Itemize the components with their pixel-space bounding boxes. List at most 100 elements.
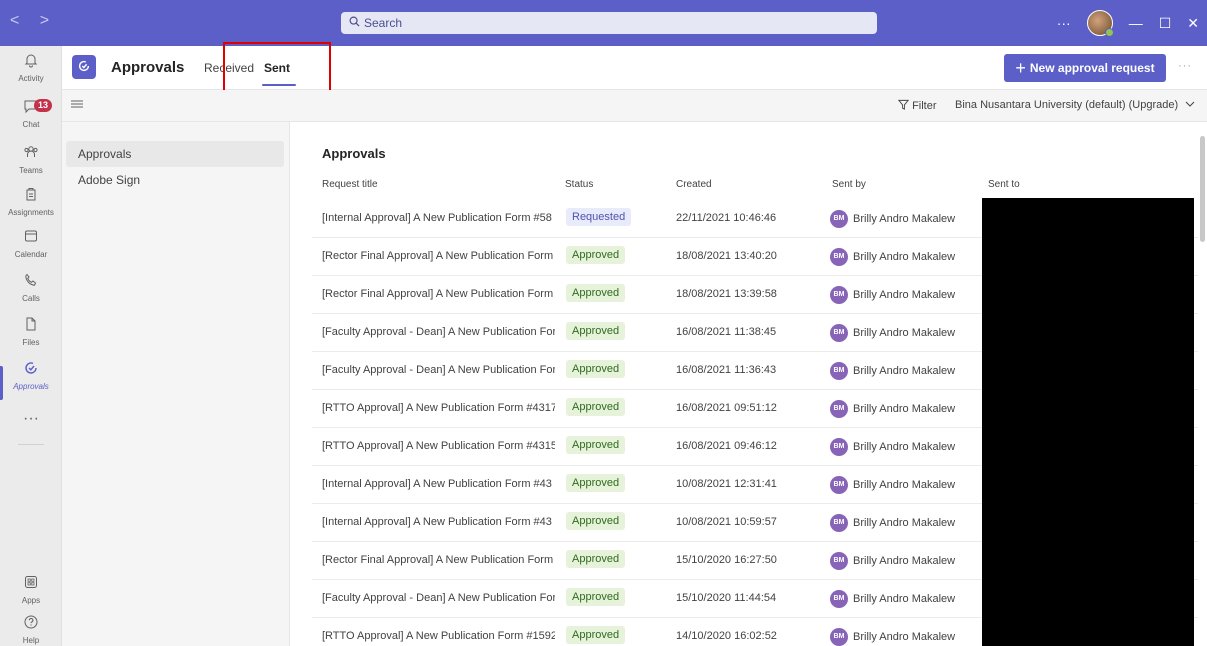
sender-name: Brilly Andro Makalew: [853, 250, 956, 263]
created-cell: 10/08/2021 12:31:41: [676, 478, 777, 490]
tab-received[interactable]: Received: [204, 61, 254, 75]
rail-item-approvals[interactable]: Approvals: [0, 360, 62, 406]
status-badge: Approved: [566, 322, 626, 340]
filter-icon: [897, 99, 910, 112]
filter-button[interactable]: Filter: [897, 99, 937, 112]
more-icon: ···: [23, 410, 39, 427]
calendar-icon: [0, 228, 62, 250]
app-title: Approvals: [111, 59, 185, 76]
help-icon: [0, 614, 62, 636]
phone-icon: [0, 272, 62, 294]
status-badge: Approved: [566, 512, 626, 530]
avatar: BM: [830, 514, 848, 532]
request-title-cell: [Rector Final Approval] A New Publicatio…: [322, 554, 554, 566]
active-tab-indicator: [262, 84, 296, 86]
created-cell: 10/08/2021 10:59:57: [676, 516, 777, 528]
plus-icon: +: [1015, 58, 1026, 78]
app-header: Approvals Received Sent + New approval re…: [62, 42, 1207, 95]
sent-by-cell: BM Brilly Andro Makalew: [830, 628, 955, 646]
sender-name: Brilly Andro Makalew: [853, 554, 956, 567]
rail-item-help[interactable]: Help: [0, 614, 62, 646]
history-nav: < >: [10, 12, 57, 30]
app-rail: Activity 13 Chat Teams Assignments Calen…: [0, 46, 62, 646]
sender-name: Brilly Andro Makalew: [853, 478, 956, 491]
rail-item-calls[interactable]: Calls: [0, 272, 62, 318]
rail-item-activity[interactable]: Activity: [0, 52, 62, 98]
forward-arrow-icon[interactable]: >: [40, 12, 57, 29]
rail-item-calendar[interactable]: Calendar: [0, 228, 62, 274]
rail-item-more[interactable]: ···: [0, 408, 62, 454]
app-more-icon[interactable]: ···: [1178, 60, 1192, 72]
redacted-region: [982, 198, 1194, 646]
created-cell: 18/08/2021 13:39:58: [676, 288, 777, 300]
request-title-cell: [Rector Final Approval] A New Publicatio…: [322, 250, 554, 262]
search-input[interactable]: Search: [341, 12, 877, 34]
created-cell: 15/10/2020 11:44:54: [676, 592, 777, 604]
avatar: BM: [830, 438, 848, 456]
status-badge: Approved: [566, 360, 626, 378]
back-arrow-icon[interactable]: <: [10, 12, 27, 29]
sent-by-cell: BM Brilly Andro Makalew: [830, 286, 955, 304]
sent-by-cell: BM Brilly Andro Makalew: [830, 514, 955, 532]
rail-divider: [18, 444, 44, 445]
hamburger-menu-icon[interactable]: [70, 97, 84, 114]
sent-by-cell: BM Brilly Andro Makalew: [830, 400, 955, 418]
column-header-sent-by[interactable]: Sent by: [832, 179, 866, 190]
new-approval-request-button[interactable]: + New approval request: [1004, 54, 1166, 82]
sent-by-cell: BM Brilly Andro Makalew: [830, 248, 955, 266]
rail-item-assignments[interactable]: Assignments: [0, 186, 62, 232]
assignments-icon: [0, 186, 62, 208]
created-cell: 16/08/2021 11:36:43: [676, 364, 777, 376]
avatar: BM: [830, 248, 848, 266]
request-title-cell: [Faculty Approval - Dean] A New Publicat…: [322, 364, 555, 376]
chat-icon: [0, 98, 62, 120]
request-title-cell: [Rector Final Approval] A New Publicatio…: [322, 288, 554, 300]
avatar: BM: [830, 590, 848, 608]
request-title-cell: [Internal Approval] A New Publication Fo…: [322, 516, 552, 528]
minimize-icon[interactable]: —: [1129, 15, 1143, 31]
leftpane-item-adobe-sign[interactable]: Adobe Sign: [66, 167, 284, 193]
more-options-icon[interactable]: ···: [1057, 15, 1071, 31]
file-icon: [0, 316, 62, 338]
created-cell: 16/08/2021 09:46:12: [676, 440, 777, 452]
request-title-cell: [RTTO Approval] A New Publication Form #…: [322, 402, 555, 414]
rail-item-chat[interactable]: 13 Chat: [0, 98, 62, 144]
sent-by-cell: BM Brilly Andro Makalew: [830, 590, 955, 608]
avatar: BM: [830, 400, 848, 418]
tab-sent[interactable]: Sent: [264, 61, 290, 75]
column-header-created[interactable]: Created: [676, 179, 712, 190]
sent-by-cell: BM Brilly Andro Makalew: [830, 210, 955, 228]
created-cell: 14/10/2020 16:02:52: [676, 630, 777, 642]
column-header-sent-to[interactable]: Sent to: [988, 179, 1020, 190]
leftpane-item-approvals[interactable]: Approvals: [66, 141, 284, 167]
profile-avatar[interactable]: [1086, 10, 1114, 37]
created-cell: 22/11/2021 10:46:46: [676, 212, 777, 224]
rail-item-files[interactable]: Files: [0, 316, 62, 362]
sender-name: Brilly Andro Makalew: [853, 402, 956, 415]
close-icon[interactable]: ✕: [1187, 15, 1199, 32]
chat-unread-badge: 13: [34, 99, 53, 112]
sent-by-cell: BM Brilly Andro Makalew: [830, 552, 955, 570]
rail-item-teams[interactable]: Teams: [0, 144, 62, 190]
status-badge: Approved: [566, 246, 626, 264]
status-badge: Approved: [566, 436, 626, 454]
column-header-request-title[interactable]: Request title: [322, 179, 378, 190]
avatar: BM: [830, 210, 848, 228]
section-title: Approvals: [322, 146, 386, 161]
apps-icon: [0, 574, 62, 596]
search-icon: [349, 12, 360, 34]
vertical-scrollbar[interactable]: [1200, 136, 1205, 242]
status-badge: Approved: [566, 398, 626, 416]
presence-available-icon: [1104, 28, 1114, 37]
sent-by-cell: BM Brilly Andro Makalew: [830, 476, 955, 494]
status-badge: Approved: [566, 550, 626, 568]
sender-name: Brilly Andro Makalew: [853, 440, 956, 453]
created-cell: 15/10/2020 16:27:50: [676, 554, 777, 566]
avatar: BM: [830, 476, 848, 494]
org-selector[interactable]: Bina Nusantara University (default) (Upg…: [955, 99, 1195, 111]
request-title-cell: [Faculty Approval - Dean] A New Publicat…: [322, 592, 555, 604]
sent-by-cell: BM Brilly Andro Makalew: [830, 324, 955, 342]
column-header-status[interactable]: Status: [565, 179, 593, 190]
maximize-icon[interactable]: ☐: [1159, 15, 1172, 32]
request-title-cell: [RTTO Approval] A New Publication Form #…: [322, 630, 555, 642]
